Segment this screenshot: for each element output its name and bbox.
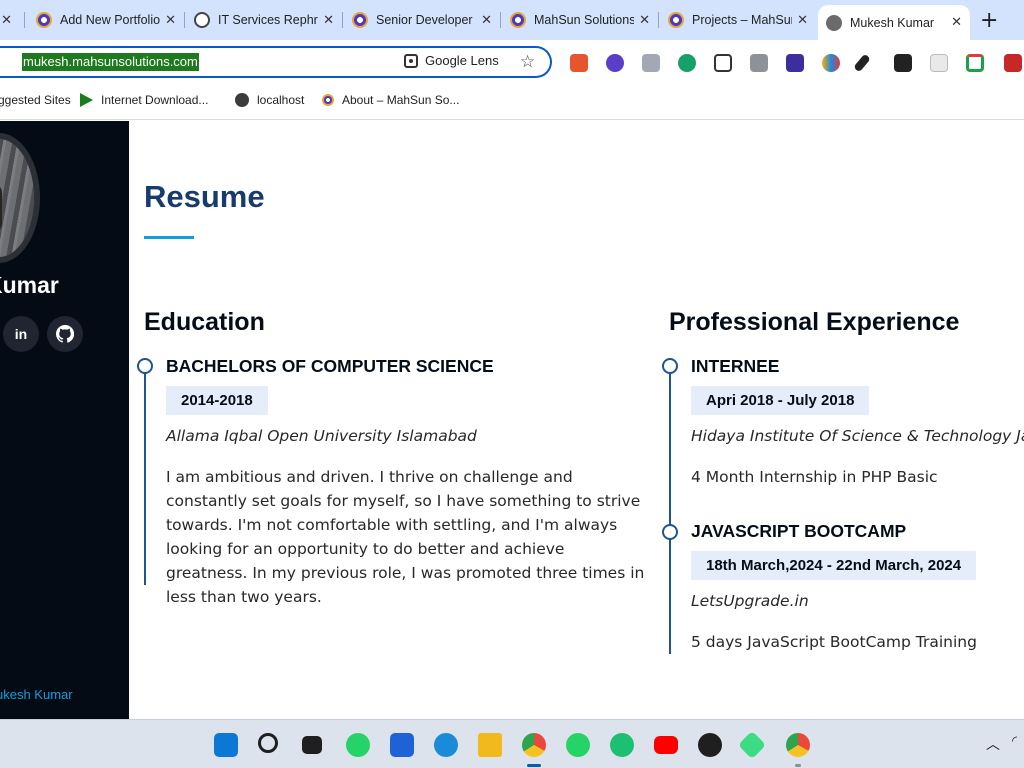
footer-credit[interactable]: ukesh Kumar [0, 687, 73, 702]
bookmark-about-mahsun[interactable]: About – MahSun So... [322, 93, 459, 107]
mahsun-favicon [36, 12, 52, 28]
mahsun-favicon [668, 12, 684, 28]
close-icon[interactable]: ✕ [797, 12, 808, 28]
bookmark-internet-download[interactable]: Internet Download... [80, 93, 208, 107]
close-icon[interactable]: ✕ [1, 12, 12, 28]
tab-close-button[interactable]: ✕ [0, 5, 18, 35]
experience-item-title: INTERNEE [691, 356, 780, 376]
extension-icon[interactable] [894, 54, 912, 72]
url-text[interactable]: mukesh.mahsunsolutions.com [22, 53, 199, 71]
lens-icon [404, 53, 418, 68]
openai-favicon [194, 12, 210, 28]
education-heading: Education [144, 308, 265, 336]
globe-icon [235, 93, 249, 107]
education-item-date: 2014-2018 [166, 386, 268, 415]
running-indicator [795, 764, 801, 767]
google-lens-button[interactable]: Google Lens [404, 53, 499, 68]
timeline-dot [137, 358, 153, 374]
extension-icon[interactable] [1004, 54, 1022, 72]
chrome-profile-icon[interactable] [786, 733, 810, 757]
edge-icon[interactable] [434, 733, 458, 757]
android-studio-icon[interactable] [737, 730, 767, 760]
education-item-title: BACHELORS OF COMPUTER SCIENCE [166, 356, 494, 376]
experience-item-title: JAVASCRIPT BOOTCAMP [691, 521, 907, 541]
education-item-org: Allama Iqbal Open University Islamabad [166, 427, 477, 445]
youtube-icon[interactable] [654, 736, 678, 754]
experience-item-org: LetsUpgrade.in [691, 592, 809, 610]
experience-item-date: 18th March,2024 - 22nd March, 2024 [691, 551, 977, 580]
profile-name: Kumar [0, 272, 59, 298]
linkedin-icon[interactable]: in [3, 316, 39, 352]
tab-mukesh-kumar[interactable]: Mukesh Kumar ✕ [818, 5, 970, 40]
experience-item-org: Hidaya Institute Of Science & Technology… [691, 427, 1024, 445]
grammarly-icon[interactable] [678, 54, 696, 72]
resume-section: Resume Education BACHELORS OF COMPUTER S… [129, 121, 1024, 719]
extension-icon[interactable] [570, 54, 588, 72]
new-tab-button[interactable]: + [980, 8, 998, 33]
tab-add-new-portfolio[interactable]: Add New Portfolio ✕ [36, 5, 184, 35]
tab-senior-developer[interactable]: Senior Developer ✕ [352, 5, 500, 35]
idm-icon [80, 93, 93, 107]
mahsun-favicon [322, 94, 334, 106]
github-icon[interactable] [47, 316, 83, 352]
experience-heading: Professional Experience [669, 308, 960, 336]
experience-item-date: Apri 2018 - July 2018 [691, 386, 870, 415]
wifi-icon[interactable]: ◜ [1012, 734, 1017, 749]
github-icon[interactable] [698, 733, 722, 757]
page-title: Resume [144, 179, 265, 214]
extension-icon[interactable] [606, 54, 624, 72]
experience-timeline [669, 365, 671, 654]
education-item-description: I am ambitious and driven. I thrive on c… [166, 468, 645, 606]
title-underline [144, 236, 194, 239]
image-icon[interactable] [714, 54, 732, 72]
timeline-dot [662, 358, 678, 374]
close-icon[interactable]: ✕ [481, 12, 492, 28]
windows-taskbar: ︿ ◜ [0, 719, 1024, 768]
windows-start-icon[interactable] [214, 733, 238, 757]
tab-strip: ✕ Add New Portfolio ✕ IT Services Rephra… [0, 0, 1024, 40]
whatsapp-icon[interactable] [566, 733, 590, 757]
task-view-icon[interactable] [302, 736, 322, 754]
tab-it-services[interactable]: IT Services Rephrase ✕ [194, 5, 342, 35]
globe-favicon [826, 14, 842, 31]
tab-mahsun-solutions[interactable]: MahSun Solutions ✕ [510, 5, 658, 35]
file-explorer-icon[interactable] [478, 733, 502, 757]
profile-sidebar: Kumar in ukesh Kumar [0, 121, 129, 719]
bookmark-suggested-sites[interactable]: ggested Sites [0, 93, 71, 107]
bookmark-star-icon[interactable]: ☆ [520, 52, 535, 72]
extension-icon[interactable] [966, 54, 984, 72]
experience-item-description: 5 days JavaScript BootCamp Training [691, 633, 977, 651]
active-indicator [527, 764, 541, 767]
close-icon[interactable]: ✕ [323, 12, 334, 28]
close-icon[interactable]: ✕ [165, 12, 176, 28]
bookmark-localhost[interactable]: localhost [235, 93, 304, 107]
tab-projects[interactable]: Projects – MahSun ✕ [668, 5, 816, 35]
close-icon[interactable]: ✕ [639, 12, 650, 28]
extension-icon[interactable] [786, 54, 804, 72]
mahsun-favicon [510, 12, 526, 28]
chrome-icon[interactable] [522, 733, 546, 757]
mahsun-favicon [352, 12, 368, 28]
extension-icon[interactable] [642, 54, 660, 72]
whatsapp-desktop-icon[interactable] [346, 733, 370, 757]
education-timeline [144, 365, 146, 585]
close-icon[interactable]: ✕ [951, 14, 962, 30]
timeline-dot [662, 524, 678, 540]
extension-icon[interactable] [822, 54, 840, 72]
bookmarks-bar: ggested Sites Internet Download... local… [0, 84, 1024, 120]
microsoft-store-icon[interactable] [390, 733, 414, 757]
tray-chevron-icon[interactable]: ︿ [986, 734, 1000, 754]
text-icon[interactable] [930, 54, 948, 72]
browser-toolbar: mukesh.mahsunsolutions.com Google Lens ☆ [0, 40, 1024, 84]
fiverr-icon[interactable] [610, 733, 634, 757]
experience-item-description: 4 Month Internship in PHP Basic [691, 468, 938, 486]
camera-icon[interactable] [750, 54, 768, 72]
avatar [0, 133, 40, 263]
search-icon[interactable] [258, 733, 278, 753]
